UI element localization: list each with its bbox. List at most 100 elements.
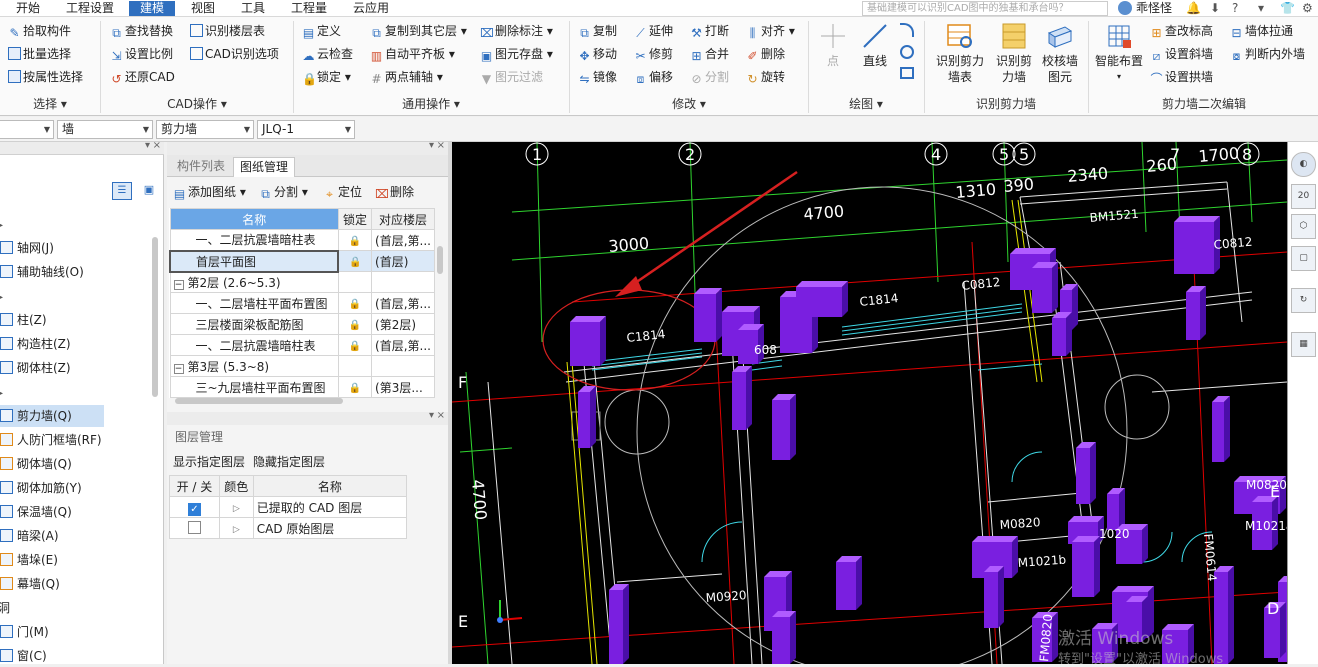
tree-scrollbar[interactable] xyxy=(152,237,158,397)
shear-wall-element[interactable] xyxy=(1076,448,1090,504)
menu-start[interactable]: 开始 xyxy=(16,1,40,16)
align-button[interactable]: ⫼ 对齐 ▾ xyxy=(746,21,795,41)
shear-wall-element[interactable] xyxy=(1228,566,1234,664)
shear-wall-element[interactable] xyxy=(716,288,722,342)
layer-toggle-checkbox[interactable]: ✓ xyxy=(187,502,201,516)
group-select[interactable]: 选择 ▾ xyxy=(0,95,100,112)
select-by-property-button[interactable]: 按属性选择 xyxy=(8,67,83,87)
shear-wall-element[interactable] xyxy=(570,322,600,366)
drawing-row[interactable]: 一、二层抗震墙暗柱表 🔒 (首层,第... xyxy=(169,334,435,356)
layer-toggle-checkbox[interactable] xyxy=(187,521,201,534)
orbit-icon[interactable]: ◐ xyxy=(1291,152,1316,177)
shear-wall-element[interactable] xyxy=(578,392,590,448)
cad-drawing-svg[interactable]: 1 2 4 5 5 7 8 F E D E 3000 4700 1310 390… xyxy=(452,142,1287,664)
mirror-button[interactable]: ⇋ 镜像 xyxy=(578,67,617,87)
shear-wall-element[interactable] xyxy=(972,536,1018,542)
judge-wall-side-button[interactable]: ⧇ 判断内外墙 xyxy=(1230,44,1305,64)
tab-component-list[interactable]: 构件列表 xyxy=(171,157,231,177)
shear-wall-element[interactable] xyxy=(1174,216,1220,222)
floor-group-row[interactable]: − 第2层 (2.6~5.3) xyxy=(169,271,435,293)
shear-wall-element[interactable] xyxy=(796,281,848,287)
shear-wall-element[interactable] xyxy=(1200,286,1206,340)
pin-icon[interactable]: ▾ xyxy=(145,140,150,151)
layer-color-icon[interactable]: ▷ xyxy=(233,525,240,535)
shear-wall-element[interactable] xyxy=(998,566,1004,628)
shear-wall-element[interactable] xyxy=(790,611,796,664)
shear-wall-element[interactable] xyxy=(1142,524,1148,564)
tree-item-masonry-reinforcement[interactable]: 砌体加筋(Y) xyxy=(0,477,82,499)
group-draw[interactable]: 绘图 ▾ xyxy=(810,95,922,112)
close-icon[interactable]: × xyxy=(437,410,445,421)
shear-wall-element[interactable] xyxy=(609,590,623,664)
tree-item-curtain-wall[interactable]: 幕墙(Q) xyxy=(0,573,60,595)
menu-view[interactable]: 视图 xyxy=(191,1,215,16)
shear-wall-element[interactable] xyxy=(570,316,606,322)
component-subtype-dropdown[interactable]: 剪力墙 ▼ xyxy=(156,120,254,139)
shear-wall-element[interactable] xyxy=(1186,292,1200,340)
lock-icon[interactable]: 🔒 xyxy=(349,341,361,352)
layer-row[interactable]: ✓ ▷ 已提取的 CAD 图层 xyxy=(169,496,408,518)
cube-view-icon[interactable]: ▢ xyxy=(1291,246,1316,271)
user-name[interactable]: 乖怪怪 xyxy=(1136,1,1172,16)
shear-wall-element[interactable] xyxy=(694,294,716,342)
shear-wall-element[interactable] xyxy=(1094,536,1100,597)
column-name-header[interactable]: 名称 xyxy=(169,208,339,230)
merge-button[interactable]: ⊞ 合并 xyxy=(690,44,729,64)
restore-cad-button[interactable]: ↺ 还原CAD xyxy=(110,67,174,87)
lock-icon[interactable]: 🔒 xyxy=(349,257,361,268)
search-hint-input[interactable]: 基础建模可以识别CAD图中的独基和承台吗？ xyxy=(862,1,1108,16)
collapse-icon[interactable]: − xyxy=(173,363,184,374)
locate-button[interactable]: ⌖ 定位 xyxy=(323,182,362,202)
lock-icon[interactable]: 🔒 xyxy=(349,236,361,247)
menu-quantity[interactable]: 工程量 xyxy=(291,1,327,16)
tab-drawing-management[interactable]: 图纸管理 xyxy=(233,157,296,177)
shear-wall-element[interactable] xyxy=(1068,516,1104,522)
settings-icon[interactable]: ⚙ xyxy=(1302,1,1313,16)
shear-wall-element[interactable] xyxy=(1090,442,1096,504)
shear-wall-element[interactable] xyxy=(722,306,760,312)
tree-category-header[interactable]: ▸ xyxy=(0,381,3,403)
cad-drawing-canvas[interactable]: 1 2 4 5 5 7 8 F E D E 3000 4700 1310 390… xyxy=(452,142,1287,664)
floor-group-row[interactable]: − 第3层 (5.3~8) xyxy=(169,355,435,377)
shear-wall-element[interactable] xyxy=(1107,494,1119,530)
split-button[interactable]: ⊘ 分割 xyxy=(690,67,729,87)
pin-icon[interactable]: ▾ xyxy=(429,410,434,421)
drawing-row[interactable]: 一、二层墙柱平面布置图 🔒 (首层,第... xyxy=(169,292,435,314)
break-button[interactable]: ⚒ 打断 xyxy=(690,21,729,41)
offset-button[interactable]: ⧈ 偏移 xyxy=(634,67,673,87)
close-icon[interactable]: × xyxy=(437,140,445,151)
menu-modeling[interactable]: 建模 xyxy=(129,1,176,16)
delete-button[interactable]: ✐ 删除 xyxy=(746,44,785,64)
group-common-operations[interactable]: 通用操作 ▾ xyxy=(295,95,567,112)
shear-wall-element[interactable] xyxy=(836,562,856,610)
shear-wall-element[interactable] xyxy=(1119,488,1125,530)
tree-item-masonry-column[interactable]: 砌体柱(Z) xyxy=(0,357,71,379)
lock-button[interactable]: 🔒锁定 ▾ xyxy=(302,67,351,87)
tree-category-header[interactable]: ▸ xyxy=(0,285,3,307)
lock-icon[interactable]: 🔒 xyxy=(349,383,361,394)
tree-item-door[interactable]: 门(M) xyxy=(0,621,49,643)
shear-wall-element[interactable] xyxy=(790,394,796,460)
tree-item-masonry-wall[interactable]: 砌体墙(Q) xyxy=(0,453,72,475)
two-point-axis-button[interactable]: # 两点辅轴 ▾ xyxy=(370,67,442,87)
shear-wall-element[interactable] xyxy=(746,366,752,430)
tree-category-header[interactable]: ▸ xyxy=(0,213,3,235)
shear-wall-element[interactable] xyxy=(1072,284,1078,330)
drawing-table-scrollbar[interactable] xyxy=(437,246,443,274)
set-arch-wall-button[interactable]: ⌒ 设置拱墙 xyxy=(1150,67,1213,87)
column-lock-header[interactable]: 锁定 xyxy=(337,208,373,230)
trim-button[interactable]: ✂ 修剪 xyxy=(634,44,673,64)
shear-wall-element[interactable] xyxy=(1280,602,1286,658)
auto-align-slab-button[interactable]: ▥ 自动平齐板 ▾ xyxy=(370,44,455,64)
identify-shear-wall-button[interactable]: 识别剪力墙 xyxy=(994,21,1034,85)
close-icon[interactable]: × xyxy=(153,140,161,151)
check-wall-elements-button[interactable]: 校核墙图元 xyxy=(1040,21,1080,85)
shear-wall-element[interactable] xyxy=(600,316,606,366)
tree-item-civil-defense-door-wall[interactable]: 人防门框墙(RF) xyxy=(0,429,102,451)
group-cad-operations[interactable]: CAD操作 ▾ xyxy=(102,95,292,112)
shear-wall-element[interactable] xyxy=(1072,542,1094,597)
component-name-dropdown[interactable]: JLQ-1 ▼ xyxy=(257,120,355,139)
identify-floor-table-button[interactable]: 识别楼层表 xyxy=(190,21,265,41)
download-icon[interactable]: ⬇ xyxy=(1210,1,1220,16)
pin-icon[interactable]: ▾ xyxy=(429,140,434,151)
